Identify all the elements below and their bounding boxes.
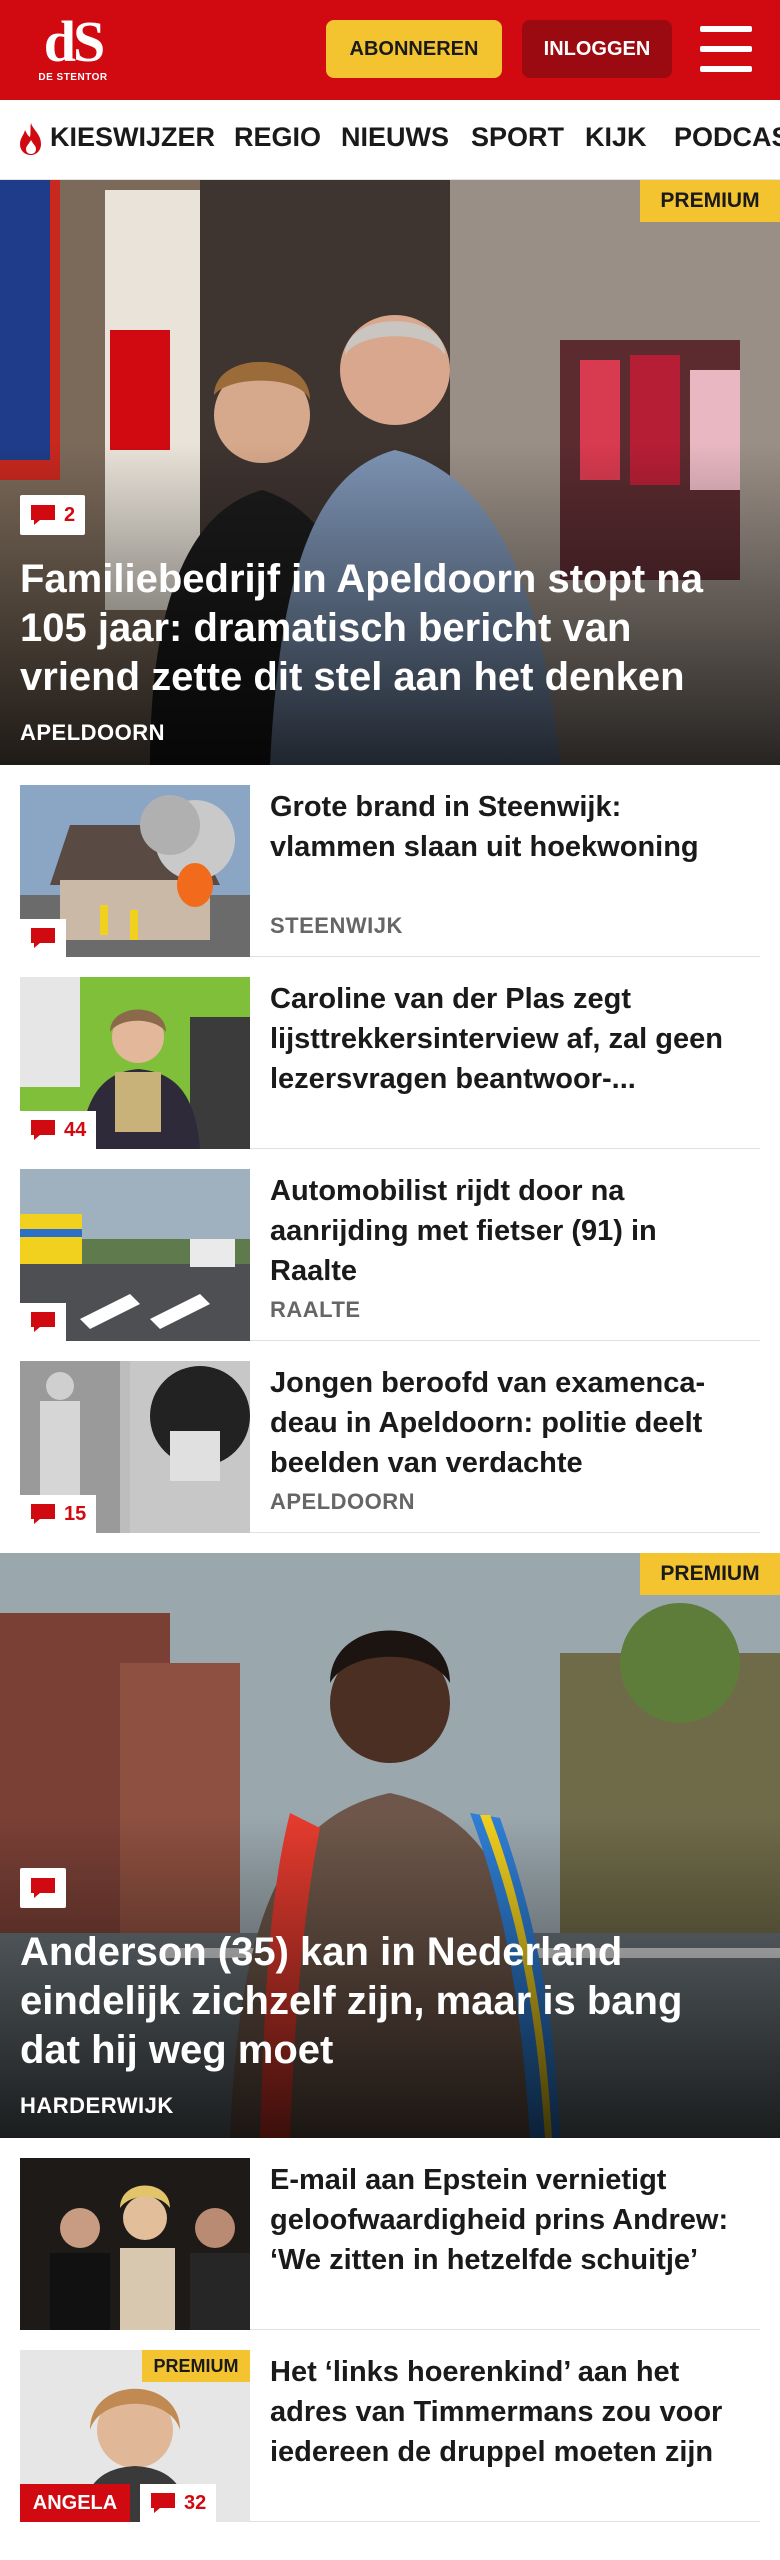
- comment-count-badge[interactable]: [20, 919, 66, 957]
- hero-headline[interactable]: Anderson (35) kan in Nederland eindelijk…: [20, 1928, 740, 2075]
- comment-icon: [31, 505, 55, 525]
- article-thumbnail: [20, 785, 250, 957]
- premium-badge: PREMIUM: [640, 180, 780, 222]
- comment-icon: [31, 1504, 55, 1524]
- comment-icon: [31, 1312, 55, 1332]
- article-thumbnail: [20, 1169, 250, 1341]
- list-item[interactable]: PREMIUM ANGELA 32 Het ‘links hoerenkind’…: [20, 2350, 760, 2522]
- hero-article[interactable]: PREMIUM 2 Familiebedrijf in Apeldoorn st…: [0, 180, 780, 765]
- comment-count: 15: [64, 1502, 87, 1525]
- article-headline[interactable]: Caroline van der Plas zegt lijsttrekkers…: [270, 979, 750, 1099]
- article-thumbnail: [20, 2158, 250, 2330]
- hero-article[interactable]: PREMIUM Anderson (35) kan in Nederland e…: [0, 1553, 780, 2138]
- login-button[interactable]: INLOGGEN: [522, 20, 672, 78]
- nav-item-kieswijzer[interactable]: KIESWIJZER: [50, 122, 215, 153]
- article-thumbnail: 44: [20, 977, 250, 1149]
- article-location: APELDOORN: [270, 1489, 416, 1514]
- comment-count-badge[interactable]: [20, 1303, 66, 1341]
- nav-item-nieuws[interactable]: NIEUWS: [341, 122, 449, 153]
- list-item[interactable]: Grote brand in Steenwijk: vlammen slaan …: [20, 785, 760, 957]
- list-item[interactable]: E-mail aan Epstein vernietigt geloofwaar…: [20, 2158, 760, 2330]
- list-item[interactable]: 15 Jongen beroofd van examenca­deau in A…: [20, 1361, 760, 1533]
- nav-item-regio[interactable]: REGIO: [234, 122, 321, 153]
- comment-icon: [31, 928, 55, 948]
- site-logo[interactable]: dS DE STENTOR: [28, 9, 118, 86]
- comment-icon: [31, 1120, 55, 1140]
- subscribe-button[interactable]: ABONNEREN: [326, 20, 502, 78]
- flame-icon: [20, 123, 41, 155]
- list-item[interactable]: Automobilist rijdt door na aanrijding me…: [20, 1169, 760, 1341]
- hero-location: HARDERWIJK: [20, 2093, 174, 2118]
- comment-count-badge[interactable]: 44: [20, 1111, 97, 1149]
- article-location: RAALTE: [270, 1297, 361, 1322]
- comment-count: 2: [64, 503, 76, 526]
- hero-headline[interactable]: Familiebedrijf in Apeldoorn stopt na 105…: [20, 555, 740, 702]
- section-nav: KIESWIJZER REGIO NIEUWS SPORT KIJK PODCA…: [0, 100, 780, 180]
- hero-location: APELDOORN: [20, 720, 166, 745]
- article-thumbnail: PREMIUM ANGELA 32: [20, 2350, 250, 2522]
- article-headline[interactable]: E-mail aan Epstein vernietigt geloofwaar…: [270, 2160, 750, 2280]
- comment-count-badge[interactable]: [20, 1868, 66, 1908]
- article-headline[interactable]: Jongen beroofd van examenca­deau in Apel…: [270, 1363, 750, 1483]
- article-thumbnail: 15: [20, 1361, 250, 1533]
- comment-icon: [31, 1878, 55, 1898]
- nav-item-sport[interactable]: SPORT: [471, 122, 564, 153]
- logo-mark: dS: [43, 9, 106, 74]
- premium-badge: PREMIUM: [142, 2350, 250, 2382]
- nav-item-kijk[interactable]: KIJK: [585, 122, 647, 153]
- epstein-photo: [20, 2158, 250, 2330]
- site-header: dS DE STENTOR ABONNEREN INLOGGEN: [0, 0, 780, 100]
- premium-badge: PREMIUM: [640, 1553, 780, 1595]
- comment-count: 32: [184, 2491, 207, 2514]
- list-item[interactable]: 44 Caroline van der Plas zegt lijsttrekk…: [20, 977, 760, 1149]
- nav-item-podcast[interactable]: PODCAST: [674, 122, 780, 153]
- comment-count-badge[interactable]: 32: [140, 2484, 217, 2522]
- article-headline[interactable]: Automobilist rijdt door na aanrijding me…: [270, 1171, 750, 1291]
- comment-count-badge[interactable]: 2: [20, 495, 86, 535]
- logo-subtitle: DE STENTOR: [38, 72, 108, 83]
- hamburger-menu-icon[interactable]: [700, 26, 752, 72]
- columnist-label: ANGELA: [20, 2484, 130, 2522]
- comment-icon: [151, 2493, 175, 2513]
- article-headline[interactable]: Het ‘links hoerenkind’ aan het adres van…: [270, 2352, 750, 2472]
- comment-count: 44: [64, 1118, 87, 1141]
- article-location: STEENWIJK: [270, 913, 403, 938]
- article-headline[interactable]: Grote brand in Steenwijk: vlammen slaan …: [270, 787, 750, 867]
- comment-count-badge[interactable]: 15: [20, 1495, 97, 1533]
